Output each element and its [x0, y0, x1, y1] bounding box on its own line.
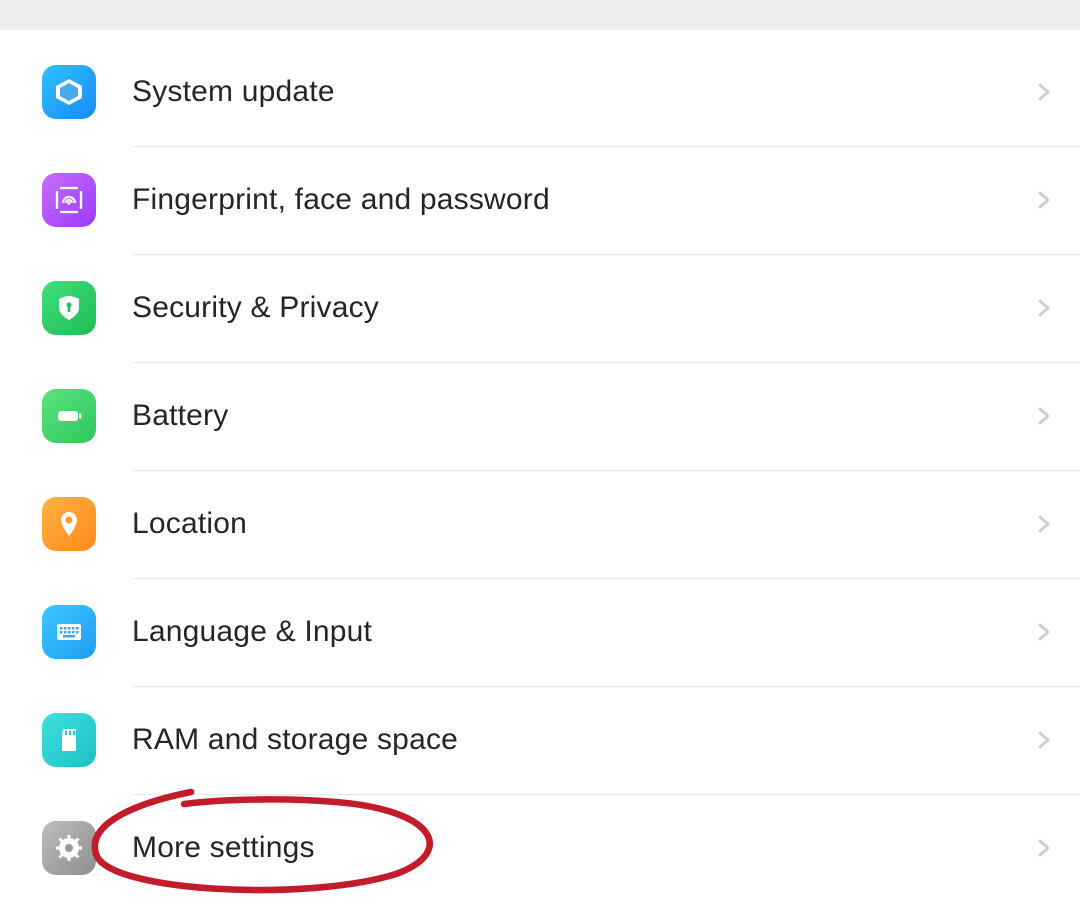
top-bar	[0, 0, 1080, 30]
settings-row-location[interactable]: Location	[42, 470, 1080, 578]
settings-row-label: RAM and storage space	[132, 723, 1030, 757]
chevron-right-icon	[1030, 618, 1058, 646]
settings-row-label: More settings	[132, 831, 1030, 865]
settings-row-language-input[interactable]: Language & Input	[42, 578, 1080, 686]
chevron-right-icon	[1030, 510, 1058, 538]
settings-row-label: Language & Input	[132, 615, 1030, 649]
settings-row-label: Battery	[132, 399, 1030, 433]
chevron-right-icon	[1030, 402, 1058, 430]
chevron-right-icon	[1030, 186, 1058, 214]
chevron-right-icon	[1030, 78, 1058, 106]
settings-row-label: Security & Privacy	[132, 291, 1030, 325]
settings-row-battery[interactable]: Battery	[42, 362, 1080, 470]
fingerprint-icon	[42, 173, 96, 227]
chevron-right-icon	[1030, 294, 1058, 322]
settings-row-ram-storage[interactable]: RAM and storage space	[42, 686, 1080, 794]
settings-row-label: Fingerprint, face and password	[132, 183, 1030, 217]
settings-row-label: Location	[132, 507, 1030, 541]
shield-icon	[42, 281, 96, 335]
battery-icon	[42, 389, 96, 443]
sd-card-icon	[42, 713, 96, 767]
settings-row-security-privacy[interactable]: Security & Privacy	[42, 254, 1080, 362]
location-pin-icon	[42, 497, 96, 551]
chevron-right-icon	[1030, 726, 1058, 754]
settings-row-system-update[interactable]: System update	[42, 38, 1080, 146]
settings-row-more-settings[interactable]: More settings	[42, 794, 1080, 902]
gear-icon	[42, 821, 96, 875]
settings-list: System update Fingerprint, face and pass…	[0, 30, 1080, 912]
system-update-icon	[42, 65, 96, 119]
settings-row-label: System update	[132, 75, 1030, 109]
keyboard-icon	[42, 605, 96, 659]
chevron-right-icon	[1030, 834, 1058, 862]
settings-row-fingerprint[interactable]: Fingerprint, face and password	[42, 146, 1080, 254]
